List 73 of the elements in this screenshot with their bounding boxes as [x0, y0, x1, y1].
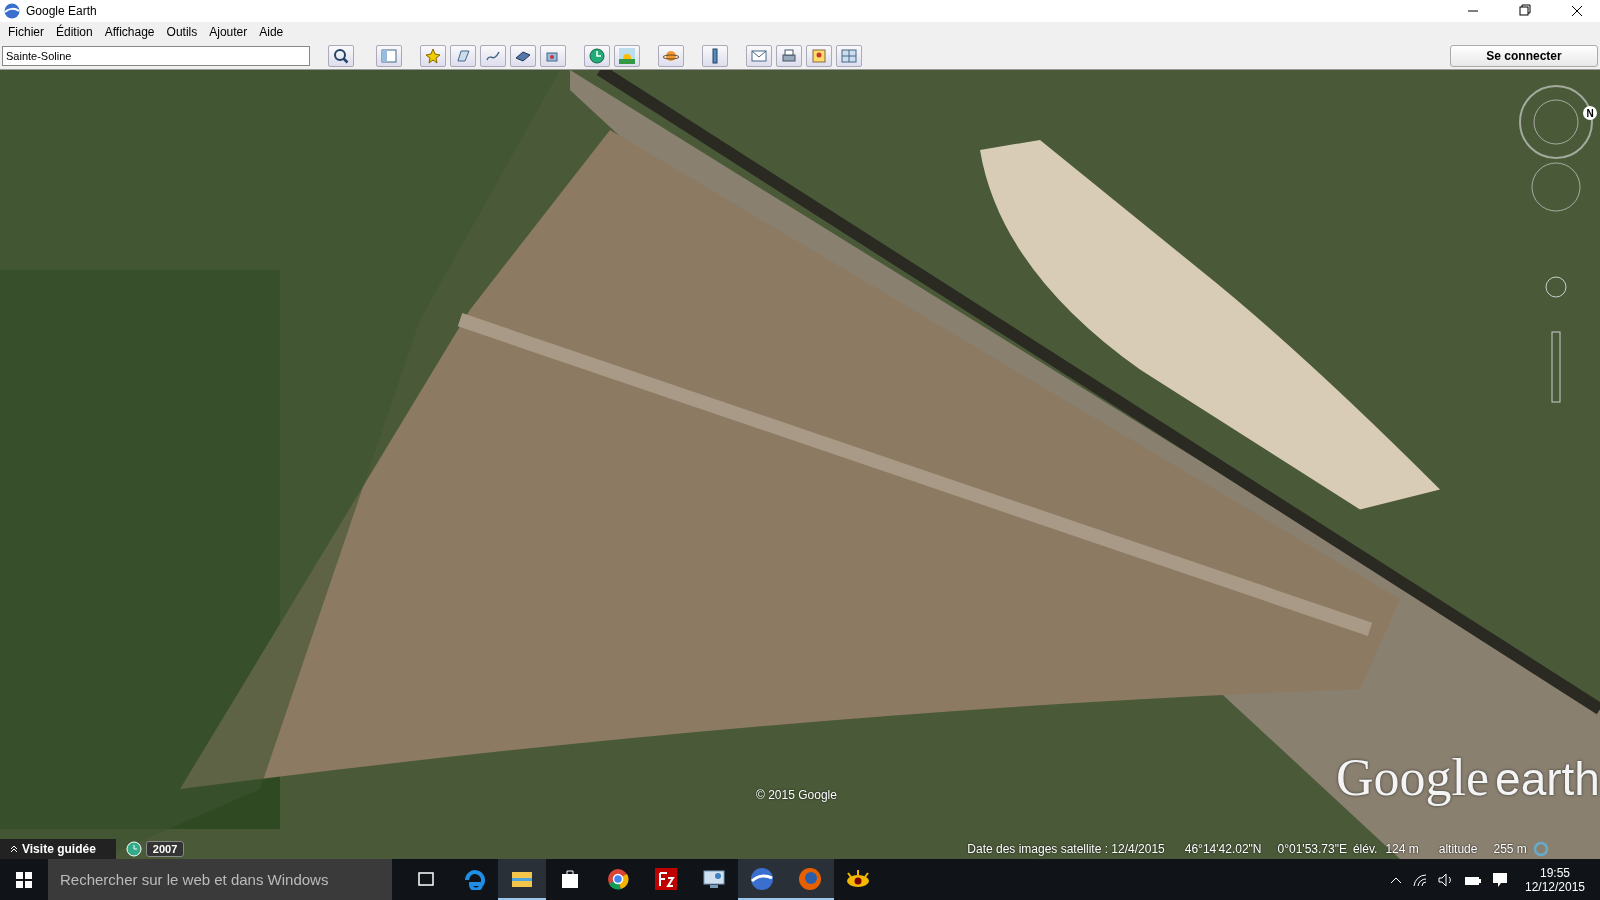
sunrise-button[interactable] — [614, 44, 640, 67]
altitude-text: 255 m — [1493, 842, 1527, 856]
menu-item[interactable]: Outils — [160, 25, 204, 39]
edge-icon — [463, 867, 485, 890]
clock-button[interactable] — [584, 44, 610, 67]
firefox-icon — [798, 866, 822, 891]
sunrise-icon — [619, 47, 635, 64]
chrome-icon — [607, 867, 629, 890]
chevron-up-icon — [10, 845, 18, 853]
fz-logo-icon — [655, 867, 677, 890]
map-pin-button[interactable] — [806, 44, 832, 67]
printer-button[interactable] — [776, 44, 802, 67]
window-title: Google Earth — [26, 4, 98, 18]
planet-button[interactable] — [658, 44, 684, 67]
search-button[interactable] — [328, 44, 354, 67]
overlay-button[interactable] — [510, 44, 536, 67]
imagery-date-text: Date des images satellite : 12/4/2015 — [967, 842, 1165, 856]
search-field[interactable]: Sainte-Soline — [2, 45, 310, 66]
mail-button[interactable] — [746, 44, 772, 67]
copyright-text: © 2015 Google — [756, 788, 837, 802]
date-text: 12/12/2015 — [1524, 879, 1586, 894]
printer-icon — [781, 47, 797, 64]
map-view-button[interactable] — [836, 44, 862, 67]
clock-icon[interactable] — [125, 841, 142, 857]
north-marker-icon[interactable]: N — [1583, 106, 1597, 120]
altitude-label: altitude — [1438, 842, 1478, 856]
menu-item[interactable]: Affichage — [98, 25, 161, 39]
satellite-photo[interactable]: N © 2015 Google Googleearth Visite guidée 2007 Date des images satellite : 12/4/2015 46°14'42.02"N 0°01'53.73"E élév. 124 m altitude 255 m — [0, 70, 1600, 859]
menu-item[interactable]: Édition — [50, 25, 99, 39]
notification-icon[interactable] — [1492, 871, 1508, 888]
elevation-text: 124 m — [1385, 842, 1419, 856]
polygon-icon — [455, 47, 471, 64]
folder-icon — [511, 869, 533, 888]
menu-item[interactable]: Aide — [253, 25, 290, 39]
taskbar-app-button[interactable] — [498, 859, 546, 900]
windows-logo-icon — [16, 871, 32, 888]
longitude-text: 0°01'53.73"E — [1277, 842, 1347, 856]
taskbar-search-field[interactable]: Rechercher sur le web et dans Windows — [48, 859, 392, 900]
latitude-text: 46°14'42.02"N — [1184, 842, 1262, 856]
globe-icon — [4, 3, 20, 19]
map-pin-icon — [811, 47, 827, 64]
loading-ring-icon — [1532, 841, 1549, 857]
logo-text: earth — [1495, 752, 1600, 806]
sign-in-button[interactable]: Se connecter — [1450, 44, 1598, 67]
clock[interactable]: 19:55 12/12/2015 — [1518, 865, 1592, 894]
pushpin-button[interactable] — [420, 44, 446, 67]
eye-icon — [845, 868, 871, 889]
menu-item[interactable]: Ajouter — [203, 25, 254, 39]
logo-text: Google — [1336, 748, 1490, 807]
time-text: 19:55 — [1540, 865, 1570, 880]
taskbar-app-button[interactable] — [738, 859, 786, 900]
menu-item[interactable]: Fichier — [2, 25, 50, 39]
ruler-button[interactable] — [702, 44, 728, 67]
clock-icon — [589, 47, 605, 64]
speaker-icon[interactable] — [1438, 872, 1454, 887]
map-view-icon — [841, 47, 857, 64]
task-view-icon — [416, 870, 436, 887]
mail-icon — [751, 47, 767, 64]
sidebar-icon — [381, 47, 397, 64]
taskbar-app-button[interactable] — [786, 859, 834, 900]
chevron-up-icon[interactable] — [1390, 875, 1402, 884]
camera-button[interactable] — [540, 44, 566, 67]
monitor-icon — [703, 868, 725, 889]
wifi-icon[interactable] — [1412, 872, 1428, 887]
store-bag-icon — [560, 868, 580, 889]
elevation-label: élév. — [1352, 842, 1378, 856]
pushpin-icon — [425, 47, 441, 64]
search-icon — [333, 47, 349, 64]
tour-button[interactable]: Visite guidée — [0, 839, 116, 859]
polygon-button[interactable] — [450, 44, 476, 67]
path-button[interactable] — [480, 44, 506, 67]
globe-icon — [750, 866, 774, 891]
year-label[interactable]: 2007 — [145, 841, 185, 857]
